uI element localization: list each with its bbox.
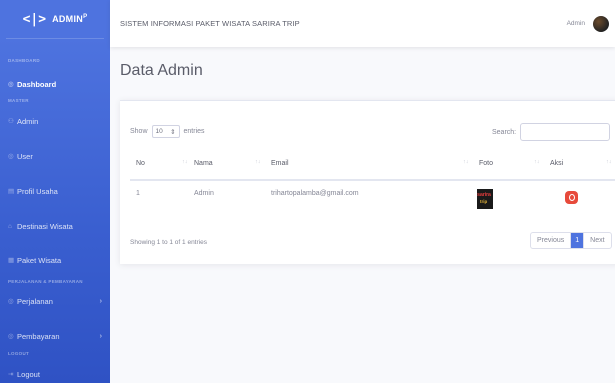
sidebar-heading-logout: LOGOUT <box>8 351 30 356</box>
sidebar-item-perjalanan[interactable]: ◎ Perjalanan › <box>8 295 102 307</box>
column-header-foto[interactable]: Foto <box>479 160 493 167</box>
sidebar-item-label: Dashboard <box>17 79 57 89</box>
user-menu[interactable]: Admin <box>566 15 609 32</box>
sidebar-item-destinasi-wisata[interactable]: ⌂ Destinasi Wisata <box>8 220 102 232</box>
brand-logo-icon: <|> <box>22 11 47 27</box>
sidebar-item-label: Paket Wisata <box>17 255 62 265</box>
sort-icon: ↑↓ <box>182 159 188 165</box>
user-name: Admin <box>566 20 585 27</box>
sidebar-brand[interactable]: <|> ADMINP <box>0 0 110 38</box>
sidebar-item-logout[interactable]: ⇥ Logout <box>8 368 102 380</box>
page-title: Data Admin <box>120 62 203 79</box>
brand-title: ADMIN <box>52 14 84 24</box>
pagination: Previous 1 Next <box>530 232 612 249</box>
entries-select[interactable]: 10 ⇕ <box>151 125 180 138</box>
topbar: SISTEM INFORMASI PAKET WISATA SARIRA TRI… <box>110 0 615 47</box>
entries-control: Show 10 ⇕ entries <box>130 125 205 138</box>
sidebar-item-label: Pembayaran <box>17 331 60 341</box>
table-row: 1 Admin trihartopalamba@gmail.com <box>130 181 615 217</box>
chevron-right-icon: › <box>99 332 102 340</box>
sidebar-item-label: Admin <box>17 116 39 126</box>
table-info: Showing 1 to 1 of 1 entries <box>130 239 207 246</box>
sidebar-item-label: Profil Usaha <box>17 186 58 196</box>
column-header-email[interactable]: Email <box>271 160 289 167</box>
chevron-right-icon: › <box>99 297 102 305</box>
sidebar-heading-perjalanan: PERJALANAN & PEMBAYARAN <box>8 279 83 284</box>
sidebar-item-admin[interactable]: ⚇ Admin <box>8 115 102 127</box>
select-arrows-icon: ⇕ <box>170 128 176 136</box>
building-icon: ▤ <box>8 188 15 195</box>
sidebar-heading-dashboard: DASHBOARD <box>8 58 40 63</box>
data-table-card: Show 10 ⇕ entries Search: No ↑↓ Nama ↑↓ … <box>120 100 615 264</box>
entries-label: entries <box>183 128 205 135</box>
column-header-aksi[interactable]: Aksi <box>550 160 563 167</box>
photo-text-line2: trip <box>480 199 488 204</box>
brand-sup: P <box>83 14 88 20</box>
photo-text-line1: sarira <box>477 192 491 198</box>
cell-no: 1 <box>136 190 140 197</box>
search-control: Search: <box>492 123 611 141</box>
app-title: SISTEM INFORMASI PAKET WISATA SARIRA TRI… <box>120 19 300 28</box>
sort-icon: ↑↓ <box>606 159 612 165</box>
sidebar-heading-master: MASTER <box>8 98 29 103</box>
sidebar-item-dashboard[interactable]: ◎ Dashboard <box>8 78 102 90</box>
sidebar-item-paket-wisata[interactable]: ▦ Paket Wisata <box>8 254 102 266</box>
payment-icon: ◎ <box>8 333 14 340</box>
travel-icon: ◎ <box>8 298 14 305</box>
page-1-button[interactable]: 1 <box>571 233 585 248</box>
sidebar-item-label: Perjalanan <box>17 296 53 306</box>
sort-icon: ↑↓ <box>534 159 540 165</box>
table-header: No ↑↓ Nama ↑↓ Email ↑↓ Foto ↑↓ Aksi ↑↓ <box>130 151 615 181</box>
sidebar-item-label: Logout <box>17 369 40 379</box>
sidebar-divider <box>6 38 104 39</box>
admin-photo: sarira trip <box>477 189 493 209</box>
avatar <box>593 15 609 32</box>
dashboard-icon: ◎ <box>8 81 14 88</box>
show-label: Show <box>130 128 148 135</box>
sidebar-item-pembayaran[interactable]: ◎ Pembayaran › <box>8 330 102 342</box>
cell-nama: Admin <box>194 190 214 197</box>
delete-button[interactable] <box>565 191 578 204</box>
next-button[interactable]: Next <box>584 233 610 248</box>
delete-icon <box>568 194 575 201</box>
search-label: Search: <box>492 128 517 136</box>
sidebar-item-user[interactable]: ◎ User <box>8 150 102 162</box>
map-pin-icon: ⌂ <box>8 222 12 230</box>
column-header-no[interactable]: No <box>136 160 145 167</box>
sort-icon: ↑↓ <box>255 159 261 165</box>
sidebar: <|> ADMINP DASHBOARD ◎ Dashboard MASTER … <box>0 0 110 383</box>
search-input[interactable] <box>520 123 611 141</box>
user-icon: ⚇ <box>8 118 14 125</box>
logout-icon: ⇥ <box>8 371 14 378</box>
package-icon: ▦ <box>8 257 15 264</box>
users-icon: ◎ <box>8 153 14 160</box>
sort-icon: ↑↓ <box>463 159 469 165</box>
sidebar-item-label: Destinasi Wisata <box>17 221 73 231</box>
column-header-nama[interactable]: Nama <box>194 160 213 167</box>
sidebar-item-label: User <box>17 151 33 161</box>
sidebar-item-profil-usaha[interactable]: ▤ Profil Usaha <box>8 185 102 197</box>
previous-button[interactable]: Previous <box>531 233 572 248</box>
cell-email: trihartopalamba@gmail.com <box>271 190 359 197</box>
